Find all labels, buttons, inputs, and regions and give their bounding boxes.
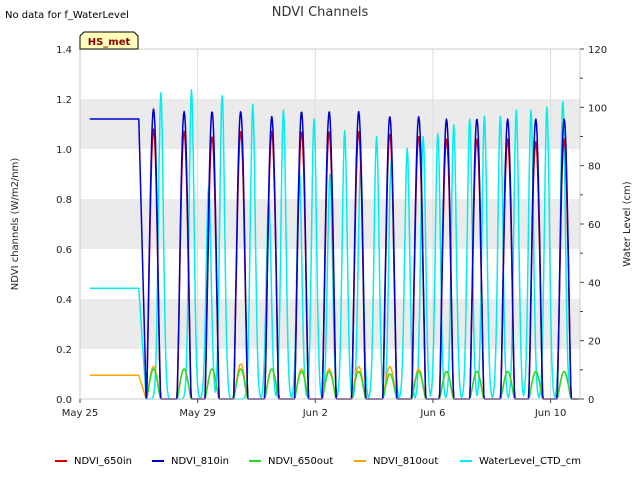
legend-label: WaterLevel_CTD_cm [479,456,581,467]
y2-tick-label: 40 [588,278,601,289]
y2-tick-label: 80 [588,162,601,173]
legend-item: NDVI_650in [55,456,132,467]
badge-label: HS_met [88,37,131,48]
legend-item: NDVI_810in [152,456,229,467]
no-data-message: No data for f_WaterLevel [5,10,129,21]
legend-label: NDVI_810in [171,456,229,467]
legend-item: NDVI_650out [249,456,333,467]
y-axis-ticks: 0.0 0.2 0.4 0.6 0.8 1.0 1.2 1.4 [56,45,72,406]
y-tick-label: 0.6 [56,245,72,256]
legend: NDVI_650in NDVI_810in NDVI_650out NDVI_810o… [55,456,581,467]
x-tick-label: May 25 [62,408,99,419]
chart-container: No data for f_WaterLevel NDVI Channels M… [0,0,640,480]
chart-title: NDVI Channels [272,5,369,20]
y2-tick-label: 20 [588,337,601,348]
y-tick-label: 1.0 [56,145,72,156]
y-axis-label: NDVI channels (W/m2/nm) [10,158,21,291]
y-tick-label: 1.2 [56,95,72,106]
y2-tick-label: 120 [588,45,607,56]
legend-label: NDVI_650in [74,456,132,467]
chart-svg: No data for f_WaterLevel NDVI Channels M… [5,5,633,467]
y2-tick-label: 0 [588,395,594,406]
legend-label: NDVI_810out [373,456,438,467]
x-tick-label: Jun 6 [419,408,445,419]
legend-item: WaterLevel_CTD_cm [460,456,581,467]
station-badge[interactable]: HS_met [79,31,139,50]
y-tick-label: 1.4 [56,45,72,56]
y2-axis-ticks: 0 20 40 60 80 100 120 [580,45,607,406]
legend-label: NDVI_650out [268,456,333,467]
x-tick-label: Jun 10 [534,408,567,419]
x-tick-label: Jun 2 [302,408,328,419]
y-tick-label: 0.8 [56,195,72,206]
y2-tick-label: 60 [588,220,601,231]
y2-tick-label: 100 [588,103,607,114]
x-axis-ticks: May 25 May 29 Jun 2 Jun 6 Jun 10 [62,399,567,419]
y2-axis-label: Water Level (cm) [622,181,633,266]
y-tick-label: 0.4 [56,295,72,306]
x-tick-label: May 29 [179,408,216,419]
legend-item: NDVI_810out [354,456,438,467]
y-tick-label: 0.0 [56,395,72,406]
y-tick-label: 0.2 [56,345,72,356]
